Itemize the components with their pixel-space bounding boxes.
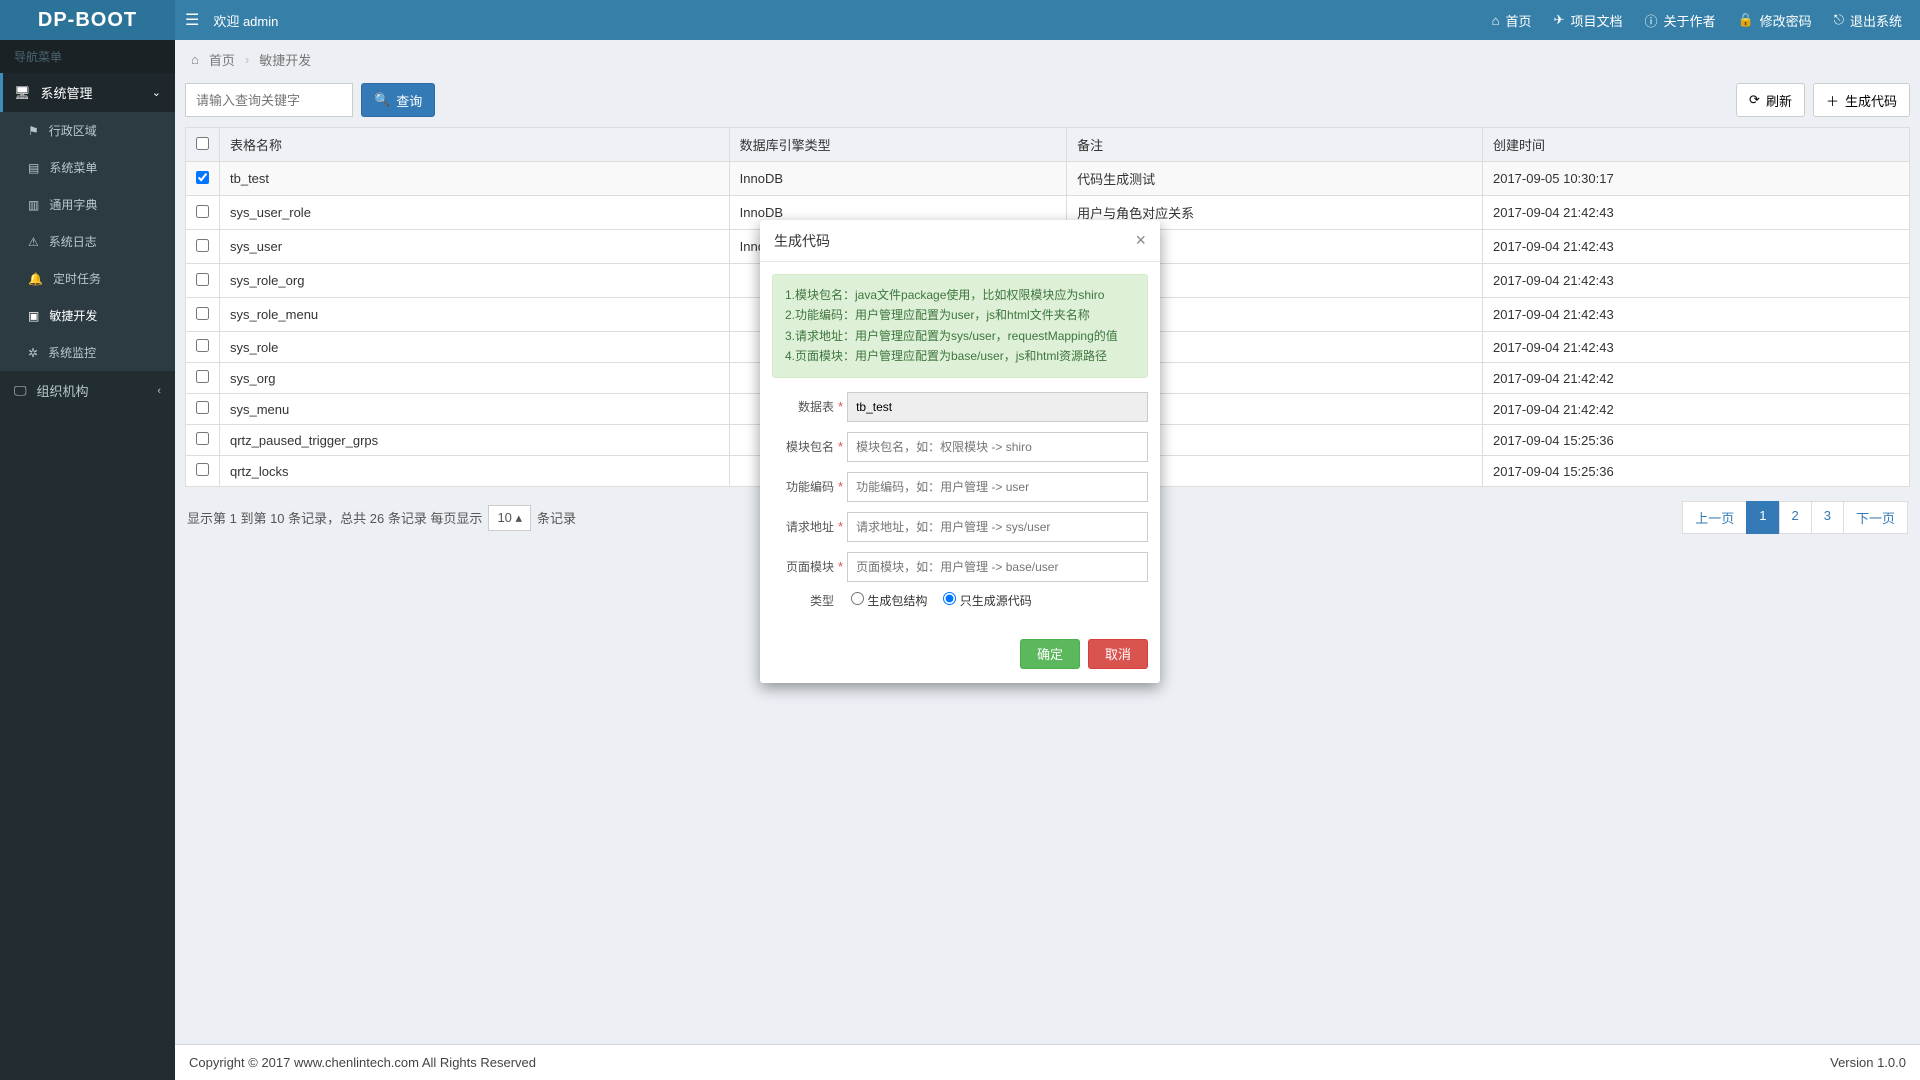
label-table: 数据表	[772, 398, 834, 415]
hint-line: 3.请求地址：用户管理应配置为sys/user，requestMapping的值	[785, 326, 1135, 346]
modal-overlay: 生成代码 × 1.模块包名：java文件package使用，比如权限模块应为sh…	[0, 0, 1920, 1080]
label-func: 功能编码	[772, 478, 834, 495]
modal-title: 生成代码	[774, 231, 830, 251]
hint-line: 2.功能编码：用户管理应配置为user，js和html文件夹名称	[785, 305, 1135, 325]
label-url: 请求地址	[772, 518, 834, 535]
input-func[interactable]	[847, 472, 1148, 502]
modal-cancel-button[interactable]: 取消	[1088, 639, 1148, 669]
label-page: 页面模块	[772, 558, 834, 575]
hint-line: 1.模块包名：java文件package使用，比如权限模块应为shiro	[785, 285, 1135, 305]
input-table	[847, 392, 1148, 422]
radio-pkg[interactable]: 生成包结构	[851, 592, 927, 609]
label-module: 模块包名	[772, 438, 834, 455]
input-page[interactable]	[847, 552, 1148, 582]
input-url[interactable]	[847, 512, 1148, 542]
generate-modal: 生成代码 × 1.模块包名：java文件package使用，比如权限模块应为sh…	[760, 220, 1160, 683]
input-module[interactable]	[847, 432, 1148, 462]
modal-close-button[interactable]: ×	[1135, 230, 1146, 251]
hint-line: 4.页面模块：用户管理应配置为base/user，js和html资源路径	[785, 346, 1135, 366]
modal-hintbox: 1.模块包名：java文件package使用，比如权限模块应为shiro 2.功…	[772, 274, 1148, 378]
modal-ok-button[interactable]: 确定	[1020, 639, 1080, 669]
label-type: 类型	[772, 592, 834, 609]
radio-src[interactable]: 只生成源代码	[943, 592, 1031, 609]
